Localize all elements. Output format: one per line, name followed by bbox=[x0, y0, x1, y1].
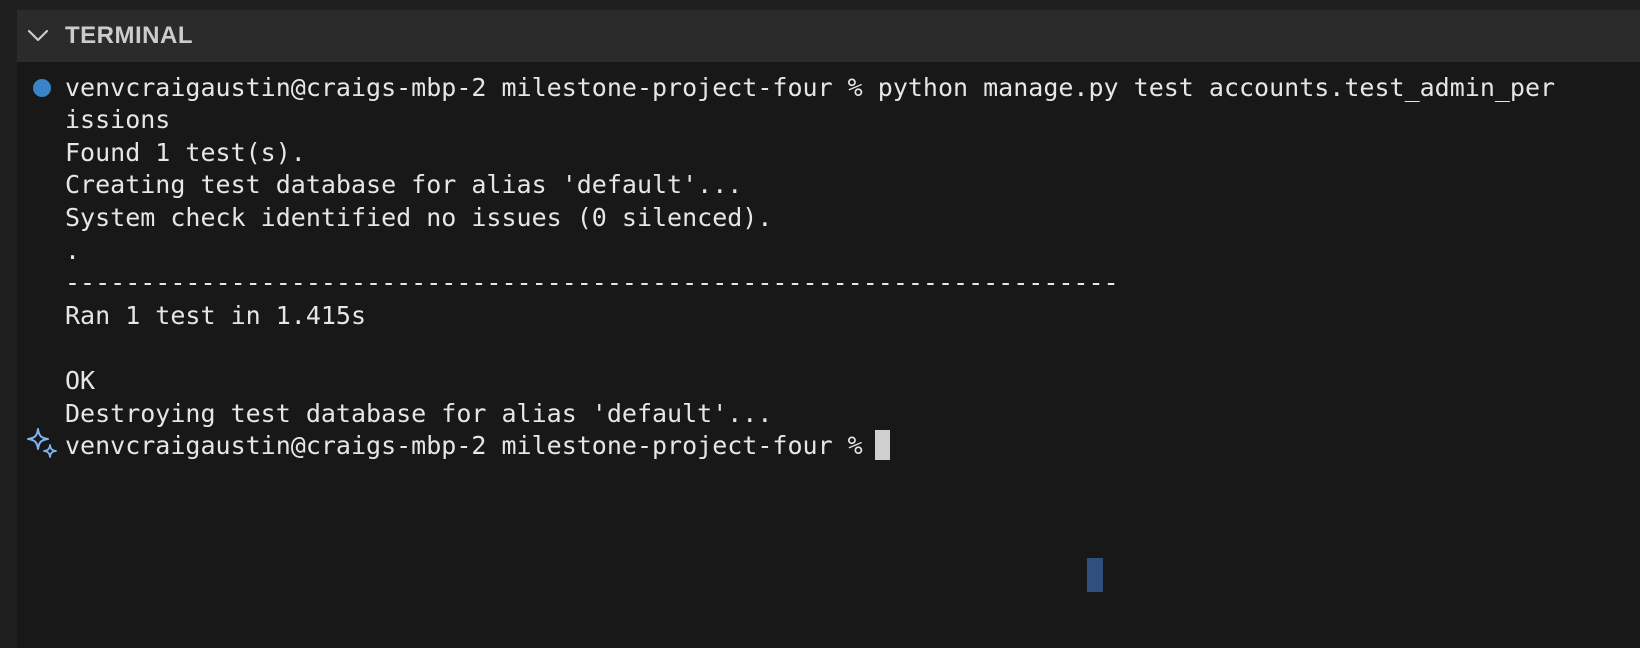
collapse-terminal-button[interactable] bbox=[17, 10, 59, 62]
terminal-line: Destroying test database for alias 'defa… bbox=[65, 399, 773, 428]
vscode-terminal-panel: TERMINAL venvcraigaustin@craigs-mbp-2 mi… bbox=[0, 0, 1640, 648]
terminal-prompt-line[interactable]: venvcraigaustin@craigs-mbp-2 milestone-p… bbox=[65, 429, 890, 463]
terminal-line: ----------------------------------------… bbox=[65, 268, 1119, 297]
scroll-position-marker bbox=[1087, 558, 1103, 592]
command-status-dot-icon[interactable] bbox=[33, 79, 51, 97]
terminal-line: Ran 1 test in 1.415s bbox=[65, 301, 367, 330]
terminal-line: Creating test database for alias 'defaul… bbox=[65, 170, 743, 199]
terminal-line: issions bbox=[65, 105, 171, 134]
chevron-down-icon bbox=[27, 29, 49, 42]
terminal-prompt: venvcraigaustin@craigs-mbp-2 milestone-p… bbox=[65, 431, 863, 460]
terminal-line: . bbox=[65, 236, 81, 265]
terminal-output[interactable]: venvcraigaustin@craigs-mbp-2 milestone-p… bbox=[17, 62, 1640, 648]
panel-title: TERMINAL bbox=[65, 22, 193, 49]
terminal-line: venvcraigaustin@craigs-mbp-2 milestone-p… bbox=[65, 73, 1556, 102]
editor-divider bbox=[0, 0, 1640, 10]
terminal-line: OK bbox=[65, 366, 96, 395]
sparkle-icon[interactable] bbox=[25, 426, 59, 460]
terminal-cursor bbox=[874, 430, 890, 460]
terminal-line: System check identified no issues (0 sil… bbox=[65, 203, 773, 232]
terminal-line: Found 1 test(s). bbox=[65, 138, 306, 167]
left-gutter bbox=[0, 0, 17, 648]
terminal-panel-header: TERMINAL bbox=[17, 10, 1640, 62]
